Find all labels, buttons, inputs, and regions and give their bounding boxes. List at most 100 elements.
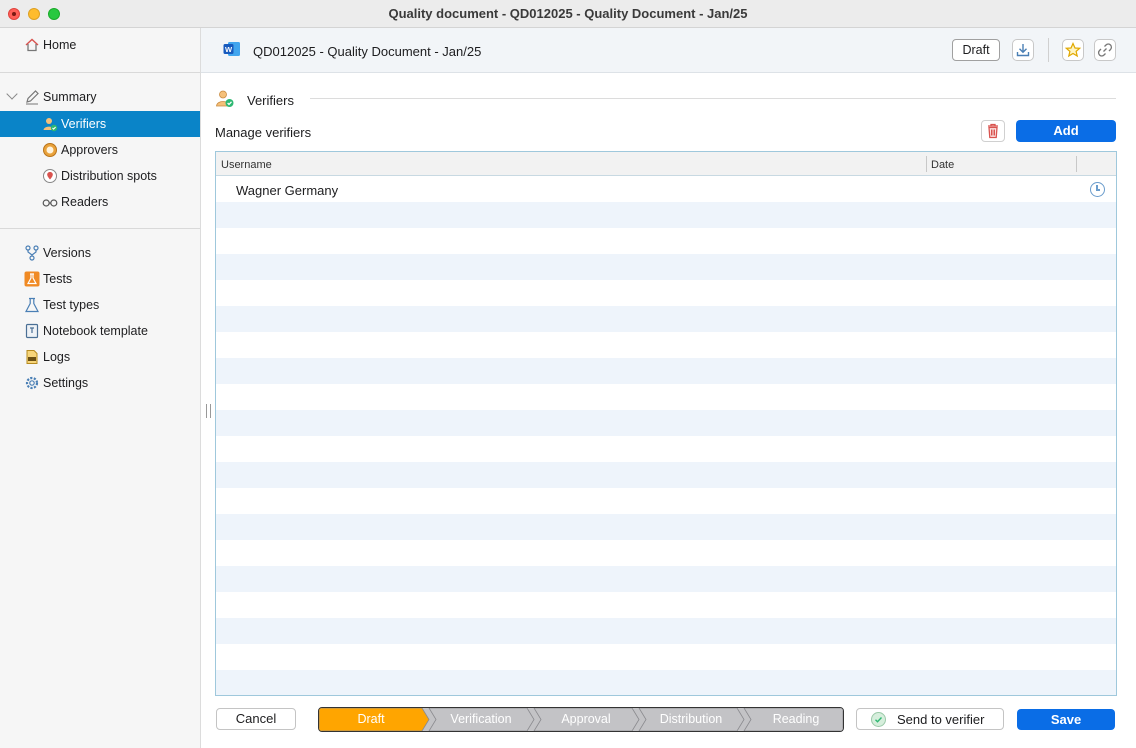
flask-outline-icon	[24, 297, 40, 313]
manage-verifiers-label: Manage verifiers	[215, 125, 312, 140]
table-row-empty	[216, 618, 1116, 644]
table-row-empty	[216, 254, 1116, 280]
download-icon	[1016, 44, 1030, 57]
cancel-button[interactable]: Cancel	[216, 708, 296, 730]
table-header: Username Date	[216, 152, 1116, 176]
table-row-empty	[216, 514, 1116, 540]
add-verifier-button[interactable]: Add	[1016, 120, 1116, 142]
trash-icon	[988, 123, 998, 139]
sidebar-item-label: Versions	[43, 246, 91, 260]
delete-button[interactable]	[981, 120, 1005, 142]
column-header-username[interactable]: Username	[221, 159, 272, 171]
sidebar-item-label: Verifiers	[61, 117, 107, 131]
seal-icon	[42, 142, 58, 158]
location-pin-icon	[42, 168, 58, 184]
copy-link-button[interactable]	[1094, 39, 1116, 61]
workflow-step-reading: Reading	[772, 712, 820, 726]
table-row-empty	[216, 228, 1116, 254]
username-cell: Wagner Germany	[236, 183, 339, 198]
verifier-user-icon	[215, 89, 235, 109]
table-row-empty	[216, 410, 1116, 436]
sidebar-item-versions[interactable]: Versions	[0, 240, 200, 266]
sidebar-item-label: Approvers	[61, 143, 118, 157]
sidebar-item-label: Home	[43, 38, 77, 52]
glasses-icon	[42, 194, 58, 210]
branch-icon	[24, 245, 40, 261]
workflow-step-draft: Draft	[357, 712, 385, 726]
table-row-empty	[216, 462, 1116, 488]
sidebar-item-label: Test types	[43, 298, 100, 312]
sidebar-item-label: Logs	[43, 350, 71, 364]
pencil-icon	[24, 89, 40, 105]
table-row-empty	[216, 566, 1116, 592]
table-row-empty	[216, 332, 1116, 358]
sidebar-item-readers[interactable]: Readers	[0, 189, 200, 215]
sidebar-item-distribution-spots[interactable]: Distribution spots	[0, 163, 200, 189]
check-circle-icon	[871, 712, 886, 727]
sidebar-item-label: Settings	[43, 376, 89, 390]
column-divider[interactable]	[1076, 156, 1077, 172]
document-title: QD012025 - Quality Document - Jan/25	[253, 44, 482, 59]
header-divider	[1048, 38, 1049, 62]
table-row-empty	[216, 592, 1116, 618]
table-row-empty	[216, 384, 1116, 410]
save-button[interactable]: Save	[1017, 709, 1115, 730]
section-title: Verifiers	[247, 93, 294, 108]
sidebar-resize-handle[interactable]	[206, 404, 211, 418]
column-header-date[interactable]: Date	[931, 159, 954, 171]
workflow-step-approval: Approval	[561, 712, 611, 726]
sidebar-item-verifiers[interactable]: Verifiers	[0, 111, 200, 137]
workflow-step-distribution: Distribution	[659, 712, 723, 726]
sidebar-item-test-types[interactable]: Test types	[0, 292, 200, 318]
verifiers-table: Username Date Wagner Germany	[215, 151, 1117, 696]
sidebar-item-label: Distribution spots	[61, 169, 157, 183]
table-row-empty	[216, 488, 1116, 514]
window-title: Quality document - QD012025 - Quality Do…	[388, 6, 748, 21]
workflow-step-verification: Verification	[450, 712, 512, 726]
sidebar-item-tests[interactable]: Tests	[0, 266, 200, 292]
table-row-empty	[216, 358, 1116, 384]
download-button[interactable]	[1012, 39, 1034, 61]
flask-icon	[24, 271, 40, 287]
table-row-empty	[216, 670, 1116, 695]
table-row-empty	[216, 280, 1116, 306]
status-badge: Draft	[952, 39, 1000, 61]
user-check-icon	[42, 116, 58, 132]
table-body: Wagner Germany	[216, 176, 1116, 695]
table-row-empty	[216, 306, 1116, 332]
column-divider[interactable]	[926, 156, 927, 172]
sidebar-item-approvers[interactable]: Approvers	[0, 137, 200, 163]
table-row-empty	[216, 202, 1116, 228]
sidebar-item-settings[interactable]: Settings	[0, 370, 200, 396]
sidebar-divider	[0, 228, 200, 229]
sidebar-divider	[0, 72, 200, 73]
document-header: W QD012025 - Quality Document - Jan/25 D…	[201, 28, 1136, 73]
word-document-icon: W	[223, 41, 241, 57]
star-icon	[1064, 42, 1082, 58]
sidebar-item-label: Readers	[61, 195, 109, 209]
sidebar-item-home[interactable]: Home	[0, 32, 200, 58]
table-row[interactable]: Wagner Germany	[216, 176, 1116, 202]
title-bar: Quality document - QD012025 - Quality Do…	[0, 0, 1136, 28]
favorite-button[interactable]	[1062, 39, 1084, 61]
link-icon	[1097, 43, 1113, 57]
sidebar-item-logs[interactable]: Logs	[0, 344, 200, 370]
table-row-empty	[216, 644, 1116, 670]
sidebar-item-label: Notebook template	[43, 324, 148, 338]
notebook-icon	[24, 323, 40, 339]
gear-icon	[24, 375, 40, 391]
sidebar-item-label: Summary	[43, 90, 97, 104]
table-row-empty	[216, 436, 1116, 462]
send-to-verifier-button[interactable]: Send to verifier	[856, 708, 1004, 730]
workflow-progress: Draft Verification Approval Distribution…	[318, 707, 844, 732]
section-divider	[310, 98, 1116, 99]
chevron-down-icon[interactable]	[6, 88, 18, 100]
svg-text:W: W	[225, 45, 233, 54]
sidebar-item-summary[interactable]: Summary	[0, 84, 200, 110]
sidebar-item-label: Tests	[43, 272, 73, 286]
clock-icon[interactable]	[1090, 182, 1105, 197]
sidebar-item-notebook-template[interactable]: Notebook template	[0, 318, 200, 344]
log-file-icon	[24, 349, 40, 365]
send-to-verifier-label: Send to verifier	[897, 712, 985, 727]
sidebar: Home Summary Verifiers Approvers Distrib…	[0, 28, 201, 748]
